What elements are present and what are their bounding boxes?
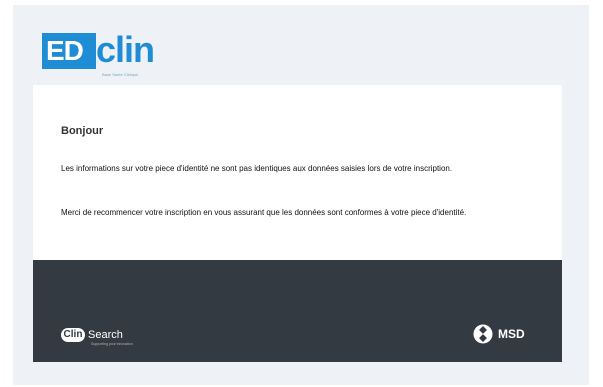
clinsearch-badge: Clin <box>61 328 85 342</box>
msd-logo: MSD <box>473 324 525 344</box>
email-footer: Clin Search Supporting your innovation M… <box>33 260 562 362</box>
message-card: Bonjour Les informations sur votre piece… <box>33 85 562 260</box>
clinsearch-logo: Clin Search <box>61 328 123 342</box>
email-frame: ED clin Base Santé Clinique Bonjour Les … <box>13 5 589 385</box>
msd-label: MSD <box>498 327 525 341</box>
logo-ed-block: ED <box>42 33 96 69</box>
message-paragraph-2: Merci de recommencer votre inscription e… <box>61 208 467 217</box>
logo-clin-text: clin <box>96 29 155 70</box>
greeting-heading: Bonjour <box>61 125 104 137</box>
clinsearch-word: Search <box>88 329 123 341</box>
message-paragraph-1: Les informations sur votre piece d'ident… <box>61 164 453 173</box>
clinsearch-tagline: Supporting your innovation <box>91 342 133 346</box>
msd-logo-icon <box>473 324 493 344</box>
logo-tagline: Base Santé Clinique <box>102 72 139 77</box>
